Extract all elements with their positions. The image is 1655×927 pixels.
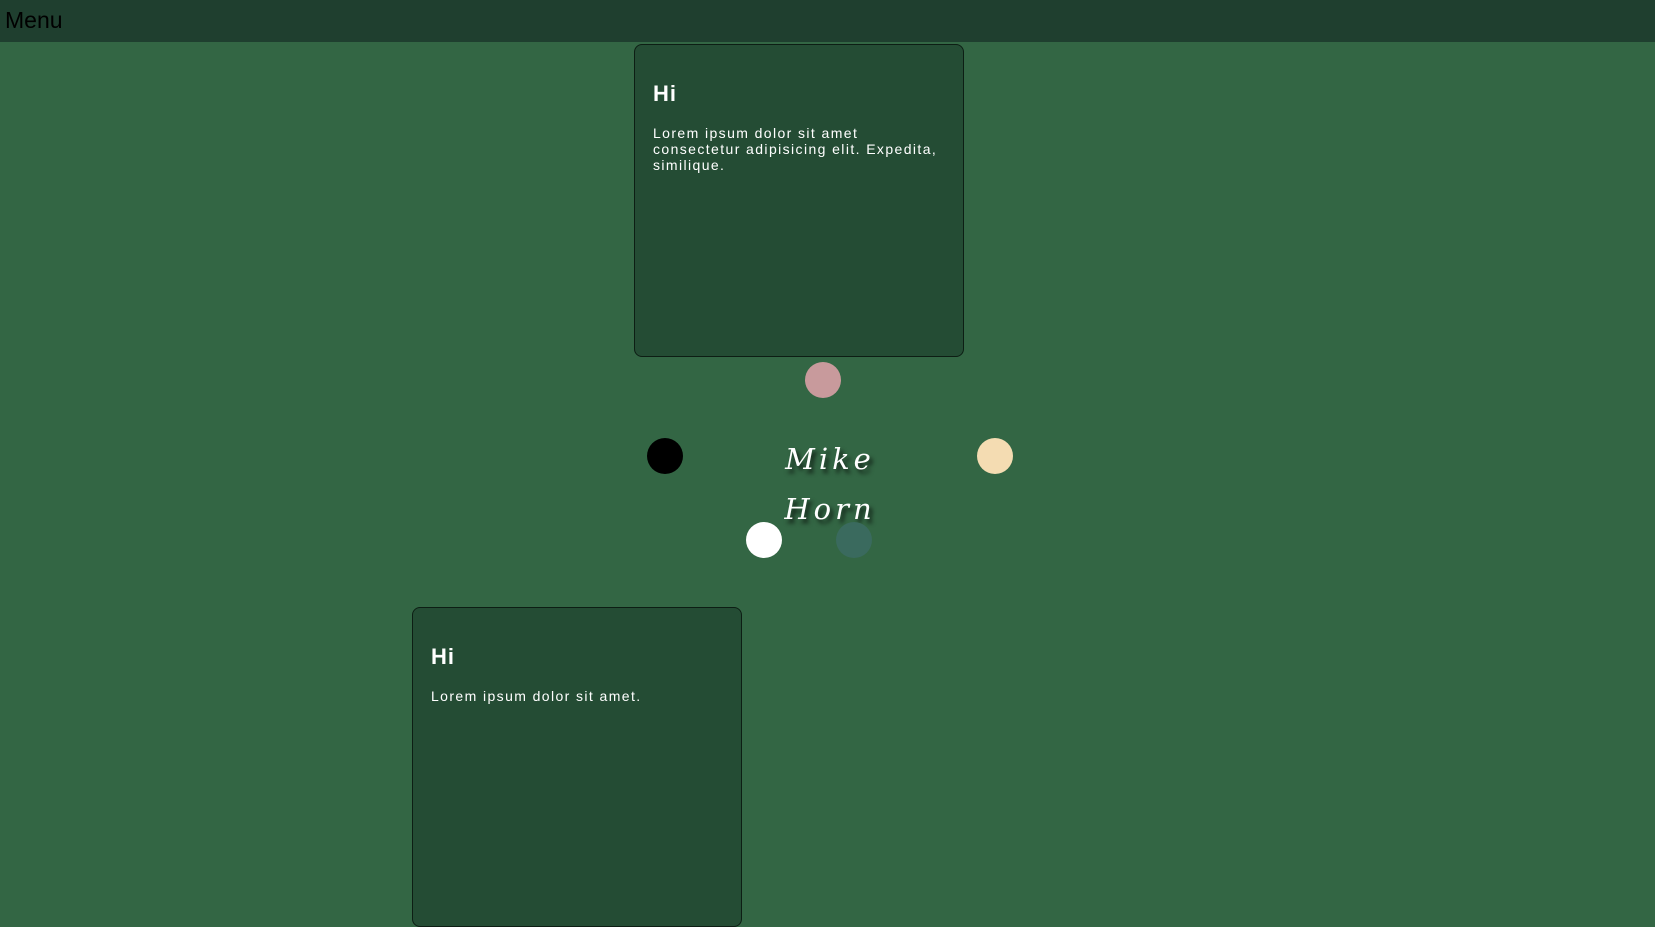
cream-dot[interactable] bbox=[977, 438, 1013, 474]
card-title: Hi bbox=[653, 81, 677, 106]
top-bar: Menu bbox=[0, 0, 1655, 42]
white-dot[interactable] bbox=[746, 522, 782, 558]
menu-button[interactable]: Menu bbox=[5, 5, 63, 35]
card-text: Lorem ipsum dolor sit amet. bbox=[431, 688, 642, 704]
card: Hi Lorem ipsum dolor sit amet consectetu… bbox=[634, 44, 964, 357]
card: Hi Lorem ipsum dolor sit amet. bbox=[412, 607, 742, 927]
card-title: Hi bbox=[431, 644, 455, 669]
card-text: Lorem ipsum dolor sit amet consectetur a… bbox=[653, 125, 938, 173]
teal-dot[interactable] bbox=[836, 522, 872, 558]
signature: Mike Horn bbox=[784, 442, 876, 526]
black-dot[interactable] bbox=[647, 438, 683, 474]
pink-dot[interactable] bbox=[805, 362, 841, 398]
